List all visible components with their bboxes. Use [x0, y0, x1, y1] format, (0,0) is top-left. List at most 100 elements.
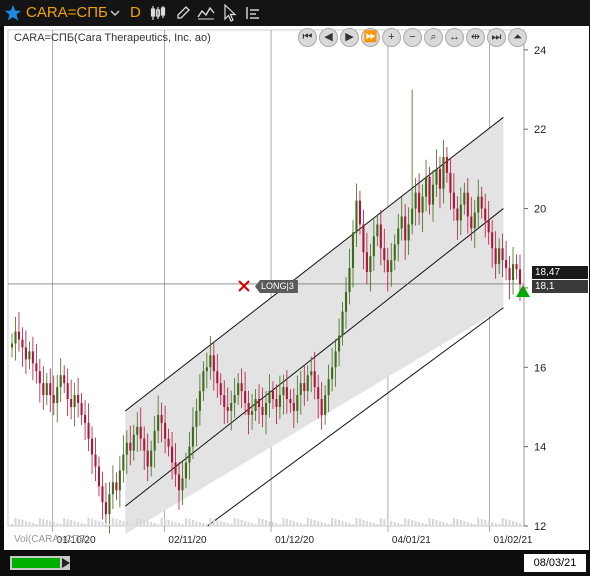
candle-body [407, 224, 410, 241]
volume-bar [271, 522, 275, 526]
volume-bar [87, 518, 90, 526]
star-icon[interactable] [4, 4, 22, 22]
volume-bar [473, 524, 476, 526]
scroll-right-icon[interactable] [62, 558, 70, 568]
volume-bar [445, 523, 448, 526]
play-icon[interactable]: ▶ [340, 28, 359, 47]
candle-body [264, 402, 268, 415]
scrollbar-thumb[interactable] [12, 558, 60, 568]
candle-body [494, 248, 497, 265]
volume-bar [292, 521, 295, 526]
candle-body [205, 367, 208, 372]
y-tick-label: 24 [534, 45, 546, 57]
candle-body [157, 414, 160, 431]
candle-body [63, 375, 66, 384]
collapse-up-icon[interactable]: ⏶ [508, 28, 527, 47]
volume-bar [289, 520, 292, 526]
pencil-icon[interactable] [175, 5, 191, 21]
candle-body [317, 387, 320, 400]
volume-bar [449, 524, 452, 526]
chevron-down-icon[interactable] [110, 8, 120, 18]
prev-icon[interactable]: ◀ [319, 28, 338, 47]
first-icon[interactable]: ⏮ [298, 28, 317, 47]
volume-bar [355, 518, 358, 526]
candle-body [418, 192, 421, 213]
candle-body [348, 268, 351, 292]
y-tick-label: 20 [534, 204, 546, 216]
volume-bar [317, 521, 320, 526]
candle-body [10, 343, 14, 348]
volume-bar [376, 524, 379, 526]
candle-body [421, 196, 424, 213]
y-tick-label: 22 [534, 124, 546, 136]
buy-triangle-icon[interactable] [516, 285, 530, 297]
toolbar: CARA=СПБ D [0, 0, 590, 26]
volume-bar [306, 518, 309, 526]
volume-bar [205, 524, 208, 526]
volume-bar [202, 523, 205, 526]
candle-body [14, 331, 17, 344]
order-label[interactable]: LONG|3 [255, 280, 298, 293]
candle-body [275, 399, 278, 407]
volume-bar [466, 522, 469, 526]
candle-body [160, 414, 163, 423]
volume-bar [31, 523, 34, 526]
candle-body [376, 224, 379, 237]
candle-body [351, 232, 355, 269]
candle-body [299, 383, 302, 396]
candle-body [296, 395, 299, 411]
volume-bar [70, 520, 73, 526]
volume-bar [331, 518, 334, 526]
volume-bar [303, 524, 306, 526]
last-icon[interactable]: ⏭ [487, 28, 506, 47]
settings-icon[interactable] [245, 5, 261, 21]
symbol-label[interactable]: CARA=СПБ [26, 0, 108, 26]
y-tick-label: 16 [534, 362, 546, 374]
volume-bar [49, 521, 52, 526]
candle-body [212, 355, 215, 372]
volume-bar [181, 524, 184, 526]
candle-body [115, 482, 118, 491]
volume-bar [268, 521, 271, 526]
fit-icon[interactable]: ↔ [445, 28, 464, 47]
volume-bar [477, 518, 480, 526]
candlestick-icon[interactable] [150, 5, 166, 21]
volume-bar [470, 523, 473, 526]
volume-bar [383, 519, 386, 526]
volume-bar [10, 524, 14, 526]
candle-body [129, 442, 132, 451]
zoom-out-icon[interactable]: − [403, 28, 422, 47]
candle-body [174, 462, 177, 475]
volume-bar [511, 521, 515, 526]
volume-bar [275, 523, 278, 526]
volume-bar [365, 521, 368, 526]
volume-bar [233, 518, 236, 526]
candle-body [177, 474, 181, 491]
close-order-icon[interactable] [238, 280, 250, 292]
search-zoom-icon[interactable]: ⌕ [424, 28, 443, 47]
volume-bar [397, 523, 400, 526]
candle-body [247, 402, 250, 415]
volume-bar [59, 524, 62, 526]
candle-body [108, 494, 111, 515]
candle-body [251, 410, 254, 415]
y-tick-label: 14 [534, 442, 546, 454]
candle-body [442, 156, 445, 189]
volume-bar [122, 521, 125, 526]
period-label[interactable]: D [130, 0, 141, 26]
candle-body [327, 379, 330, 396]
volume-bar [390, 521, 393, 526]
volume-bar [261, 519, 264, 526]
volume-bar [327, 524, 330, 526]
volume-bar [132, 524, 135, 526]
cursor-icon[interactable] [223, 4, 237, 22]
volume-bar [372, 523, 375, 526]
compress-icon[interactable]: ⇹ [466, 28, 485, 47]
zoom-in-icon[interactable]: + [382, 28, 401, 47]
indicator-icon[interactable] [197, 5, 215, 21]
fast-forward-icon[interactable]: ⏩ [361, 28, 380, 47]
candle-body [254, 399, 257, 411]
volume-bar [108, 524, 111, 526]
price-tag-current-text: 18,1 [535, 281, 555, 292]
volume-bar [257, 518, 261, 526]
